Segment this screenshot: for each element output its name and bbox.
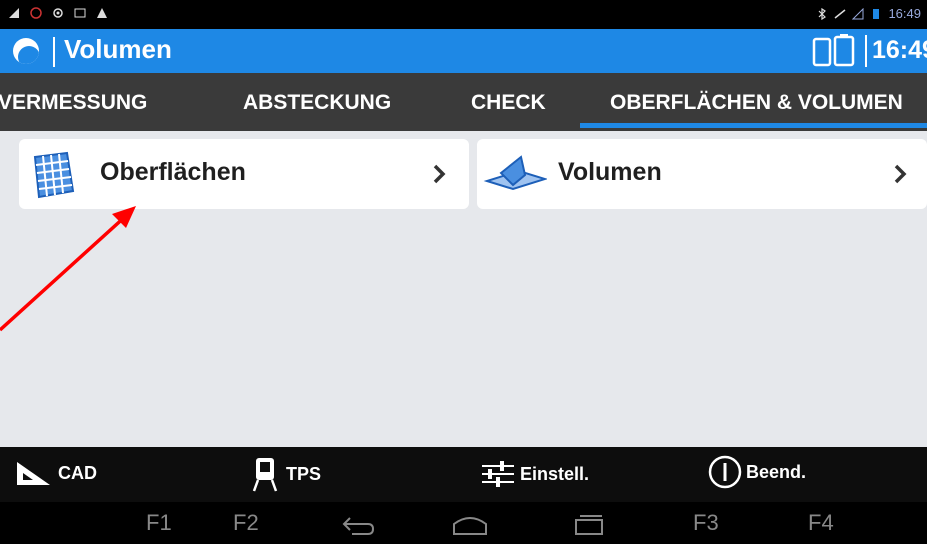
triangle-ruler-icon — [17, 462, 50, 485]
signal-icon — [9, 8, 19, 18]
card-volumen[interactable]: Volumen — [477, 139, 927, 209]
tab-bar: VERMESSUNG ABSTECKUNG CHECK OBERFLÄCHEN … — [0, 73, 927, 131]
home-icon[interactable] — [450, 514, 490, 536]
card-oberflaechen[interactable]: Oberflächen — [19, 139, 469, 209]
f4-key[interactable]: F4 — [808, 510, 834, 536]
system-status-bar: 16:49 — [0, 0, 927, 29]
alert-icon — [30, 7, 42, 19]
navigation-bar: F1 F2 F3 F4 — [0, 502, 927, 544]
bottom-action-bar: CAD TPS Einstell. Beend. — [0, 447, 927, 502]
grid-surface-icon — [33, 151, 75, 199]
recent-apps-icon[interactable] — [572, 514, 606, 536]
volume-prism-icon — [483, 155, 547, 191]
app-logo-icon[interactable] — [13, 38, 39, 64]
tps-label: TPS — [286, 463, 322, 484]
chevron-right-icon — [894, 164, 907, 184]
einstell-button[interactable]: Einstell. — [480, 458, 589, 490]
system-tray: 16:49 — [816, 6, 921, 21]
beend-button[interactable]: Beend. — [708, 455, 806, 489]
f3-key[interactable]: F3 — [693, 510, 719, 536]
tab-oberflaechen-volumen[interactable]: OBERFLÄCHEN & VOLUMEN — [610, 91, 903, 115]
card-label-oberflaechen: Oberflächen — [100, 158, 246, 186]
image-icon — [74, 8, 86, 18]
cad-label: CAD — [58, 462, 97, 483]
active-tab-indicator — [580, 123, 927, 128]
warning-icon — [97, 8, 107, 18]
app-time: 16:49 — [872, 36, 927, 64]
f1-key[interactable]: F1 — [146, 510, 172, 536]
app-divider — [53, 37, 55, 67]
tab-check[interactable]: CHECK — [471, 91, 546, 115]
beend-label: Beend. — [746, 461, 807, 482]
app-divider-right — [865, 35, 867, 67]
gps-icon — [53, 8, 63, 18]
bluetooth-icon — [819, 7, 827, 20]
back-icon[interactable] — [340, 514, 376, 536]
notification-icons — [8, 7, 108, 19]
tab-vermessung[interactable]: VERMESSUNG — [0, 91, 147, 115]
battery-icon — [873, 8, 880, 19]
total-station-icon — [252, 458, 278, 492]
cell-signal-icon — [852, 7, 864, 19]
tps-button[interactable]: TPS — [248, 456, 321, 492]
cad-button[interactable]: CAD — [14, 458, 97, 488]
device-connection-icon[interactable] — [810, 33, 860, 69]
einstell-label: Einstell. — [520, 463, 590, 484]
f2-key[interactable]: F2 — [233, 510, 259, 536]
sliders-icon — [482, 461, 514, 487]
chevron-right-icon — [433, 164, 446, 184]
status-time: 16:49 — [888, 6, 921, 21]
tab-absteckung[interactable]: ABSTECKUNG — [243, 91, 391, 115]
power-icon — [708, 455, 742, 489]
page-title: Volumen — [64, 34, 172, 64]
app-bar: Volumen 16:49 — [0, 29, 927, 73]
no-wifi-icon — [834, 8, 846, 19]
card-label-volumen: Volumen — [558, 158, 662, 186]
